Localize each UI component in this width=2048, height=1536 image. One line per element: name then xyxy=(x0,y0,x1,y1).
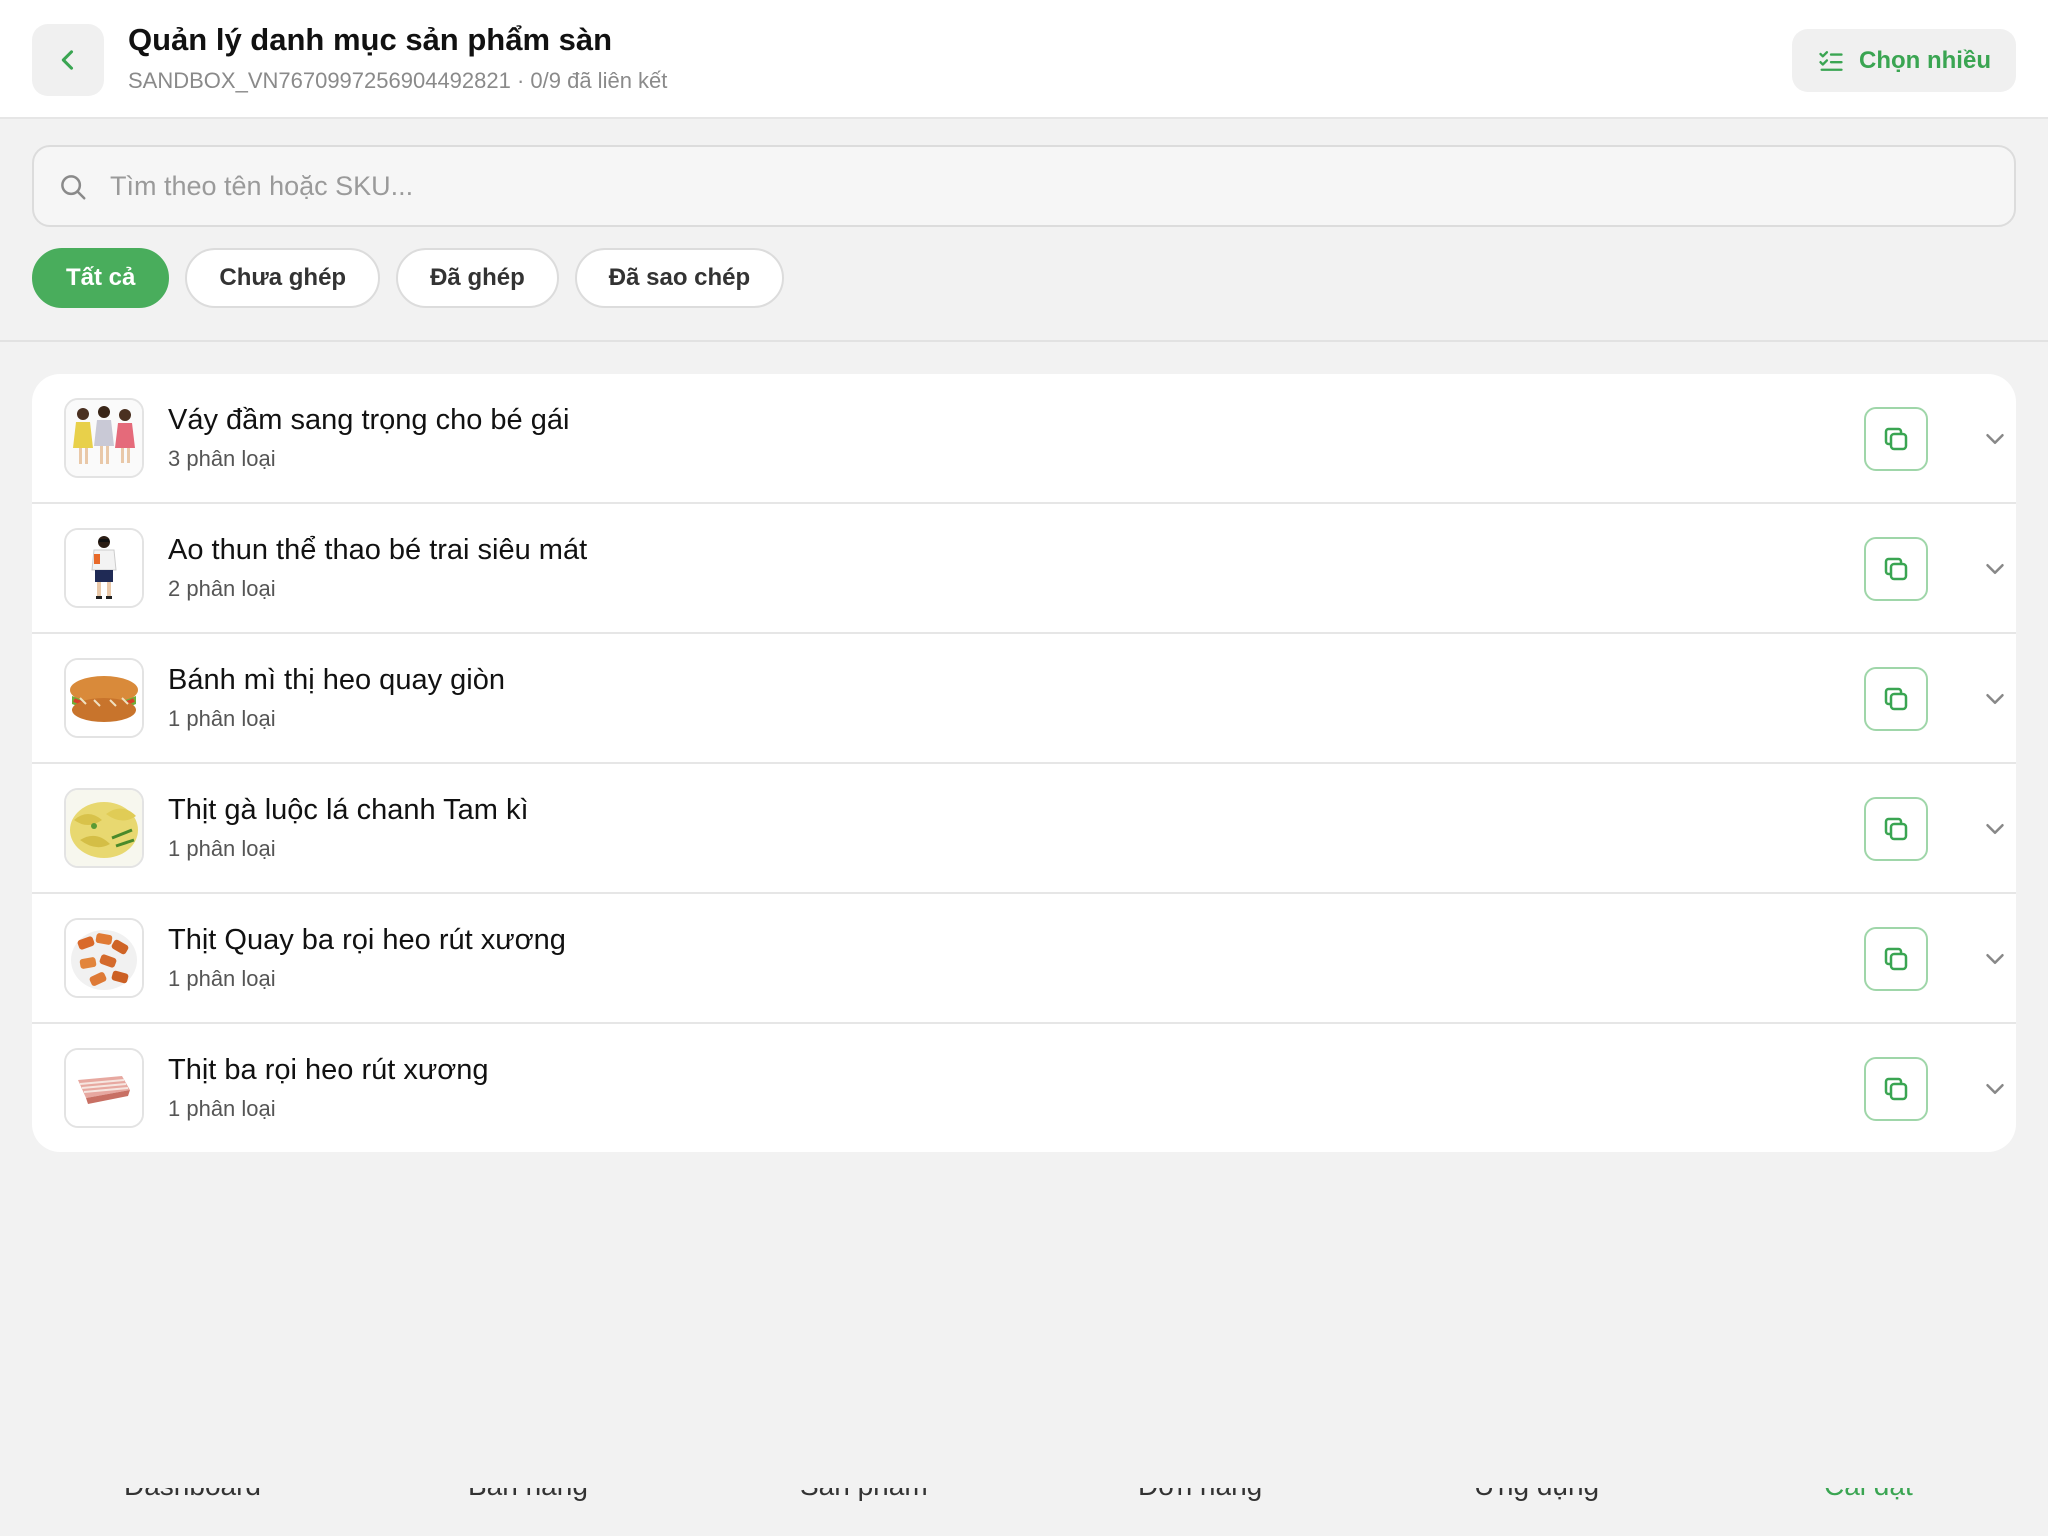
product-list: Váy đầm sang trọng cho bé gái 3 phân loạ… xyxy=(32,374,2016,1152)
page-subtitle: SANDBOX_VN7670997256904492821 · 0/9 đã l… xyxy=(128,68,668,93)
search-input[interactable] xyxy=(108,147,1988,225)
nav-item-apps[interactable]: Ứng dụng xyxy=(1474,1488,1599,1502)
chevron-down-icon[interactable] xyxy=(1980,944,2010,974)
top-bar: Quản lý danh mục sản phẩm sàn SANDBOX_VN… xyxy=(0,0,2048,119)
list-item[interactable]: Thịt gà luộc lá chanh Tam kì 1 phân loại xyxy=(32,764,2016,894)
product-name: Thịt ba rọi heo rút xương xyxy=(168,1054,489,1086)
list-item[interactable]: Váy đầm sang trọng cho bé gái 3 phân loạ… xyxy=(32,374,2016,504)
copy-icon xyxy=(1884,427,1908,451)
boiled-chicken-image xyxy=(64,788,144,868)
chevron-down-icon[interactable] xyxy=(1980,554,2010,584)
list-item[interactable]: Thịt ba rọi heo rút xương 1 phân loại xyxy=(32,1024,2016,1152)
roast-pork-image xyxy=(64,918,144,998)
search-bar xyxy=(32,145,2016,227)
chevron-down-icon[interactable] xyxy=(1980,1074,2010,1104)
filter-chips: Tất cả Chưa ghép Đã ghép Đã sao chép xyxy=(32,248,785,308)
copy-button[interactable] xyxy=(1864,927,1928,991)
filter-chip-all[interactable]: Tất cả xyxy=(32,248,170,308)
chevron-left-icon xyxy=(61,50,74,70)
bottom-nav: Dashboard Bán hàng Sản phẩm Đơn hàng Ứng… xyxy=(0,1488,2048,1536)
nav-item-sales[interactable]: Bán hàng xyxy=(468,1488,588,1502)
multi-select-button[interactable]: Chọn nhiều xyxy=(1792,29,2016,92)
boy-tshirt-image xyxy=(64,528,144,608)
chevron-down-icon[interactable] xyxy=(1980,814,2010,844)
variant-count: 1 phân loại xyxy=(168,836,276,861)
copy-button[interactable] xyxy=(1864,537,1928,601)
copy-icon xyxy=(1884,557,1908,581)
copy-icon xyxy=(1884,817,1908,841)
filter-chip-copied[interactable]: Đã sao chép xyxy=(574,248,785,308)
copy-icon xyxy=(1884,947,1908,971)
girls-dresses-image xyxy=(64,398,144,478)
copy-button[interactable] xyxy=(1864,407,1928,471)
copy-button[interactable] xyxy=(1864,667,1928,731)
product-name: Ao thun thể thao bé trai siêu mát xyxy=(168,534,588,566)
nav-item-dashboard[interactable]: Dashboard xyxy=(124,1488,261,1502)
banh-mi-image xyxy=(64,658,144,738)
chevron-down-icon[interactable] xyxy=(1980,424,2010,454)
list-item[interactable]: Bánh mì thị heo quay giòn 1 phân loại xyxy=(32,634,2016,764)
product-name: Thịt gà luộc lá chanh Tam kì xyxy=(168,794,529,826)
filter-chip-matched[interactable]: Đã ghép xyxy=(396,248,559,308)
copy-button[interactable] xyxy=(1864,797,1928,861)
chevron-down-icon[interactable] xyxy=(1980,684,2010,714)
nav-item-settings[interactable]: Cài đặt xyxy=(1824,1488,1913,1502)
section-divider xyxy=(0,340,2048,342)
list-item[interactable]: Ao thun thể thao bé trai siêu mát 2 phân… xyxy=(32,504,2016,634)
search-icon xyxy=(61,175,86,200)
variant-count: 1 phân loại xyxy=(168,706,276,731)
variant-count: 3 phân loại xyxy=(168,446,276,471)
nav-item-products[interactable]: Sản phẩm xyxy=(800,1488,928,1502)
nav-item-orders[interactable]: Đơn hàng xyxy=(1138,1488,1262,1502)
variant-count: 1 phân loại xyxy=(168,966,276,991)
filter-chip-unmatched[interactable]: Chưa ghép xyxy=(185,248,381,308)
copy-icon xyxy=(1884,1077,1908,1101)
page-title: Quản lý danh mục sản phẩm sàn xyxy=(128,22,613,57)
product-name: Thịt Quay ba rọi heo rút xương xyxy=(168,924,566,956)
variant-count: 1 phân loại xyxy=(168,1096,276,1121)
copy-icon xyxy=(1884,687,1908,711)
checklist-icon xyxy=(1819,50,1843,71)
pork-belly-image xyxy=(64,1048,144,1128)
copy-button[interactable] xyxy=(1864,1057,1928,1121)
multi-select-label: Chọn nhiều xyxy=(1859,46,1991,74)
variant-count: 2 phân loại xyxy=(168,576,276,601)
product-name: Bánh mì thị heo quay giòn xyxy=(168,664,505,696)
product-name: Váy đầm sang trọng cho bé gái xyxy=(168,404,570,436)
list-item[interactable]: Thịt Quay ba rọi heo rút xương 1 phân lo… xyxy=(32,894,2016,1024)
back-button[interactable] xyxy=(32,24,104,96)
